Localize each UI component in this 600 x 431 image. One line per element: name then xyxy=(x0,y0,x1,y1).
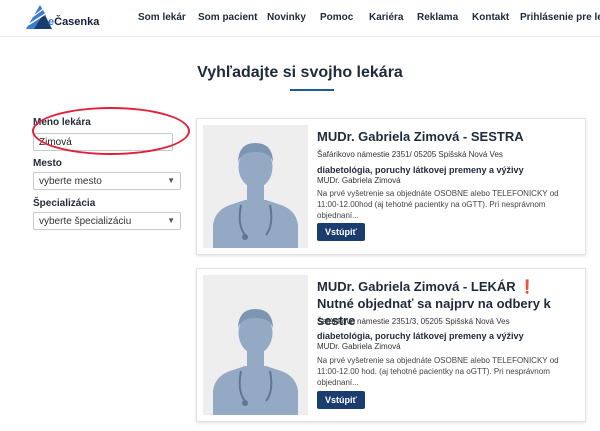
doctor-person: MUDr. Gabriela Zimová xyxy=(317,342,401,351)
doctor-note: Na prvé vyšetrenie sa objednáte OSOBNE a… xyxy=(317,356,559,387)
doctor-name-input[interactable] xyxy=(33,133,173,151)
nav-som-lekar[interactable]: Som lekár xyxy=(138,12,186,23)
doctor-placeholder-icon xyxy=(213,143,298,248)
doctor-address: Šafárikovo námestie 2351/ 05205 Spišská … xyxy=(317,150,503,159)
city-label: Mesto xyxy=(33,158,62,169)
city-select-value: vyberte mesto xyxy=(39,176,102,187)
enter-button[interactable]: Vstúpiť xyxy=(317,223,365,241)
top-navigation-bar: eČasenka Som lekár Som pacient Novinky P… xyxy=(0,0,600,37)
doctor-name-main: MUDr. Gabriela Zimová - LEKÁR xyxy=(317,279,516,294)
doctor-placeholder-icon xyxy=(213,309,298,415)
specialization-label: Špecializácia xyxy=(33,198,96,209)
nav-reklama[interactable]: Reklama xyxy=(417,12,458,23)
doctor-address: Šafárikovo námestie 2351/3, 05205 Spišsk… xyxy=(317,317,510,326)
chevron-down-icon: ▼ xyxy=(167,216,175,225)
nav-prihlasenie-lekarov[interactable]: Prihlásenie pre lekárov xyxy=(520,12,600,23)
specialization-select-value: vyberte špecializáciu xyxy=(39,216,132,227)
title-underline xyxy=(290,89,334,91)
doctor-name-label: Meno lekára xyxy=(33,117,91,128)
nav-som-pacient[interactable]: Som pacient xyxy=(198,12,257,23)
main-nav: Som lekár Som pacient Novinky Pomoc Kari… xyxy=(0,12,600,26)
doctor-specialization: diabetológia, poruchy látkovej premeny a… xyxy=(317,331,524,341)
doctor-person: MUDr. Gabriela Zimová xyxy=(317,176,401,185)
exclamation-icon: ❗ xyxy=(519,279,536,294)
nav-novinky[interactable]: Novinky xyxy=(267,12,306,23)
nav-pomoc[interactable]: Pomoc xyxy=(320,12,353,23)
page-title: Vyhľadajte si svojho lekára xyxy=(197,64,403,81)
doctor-avatar xyxy=(203,275,308,415)
nav-kontakt[interactable]: Kontakt xyxy=(472,12,509,23)
doctor-specialization: diabetológia, poruchy látkovej premeny a… xyxy=(317,165,524,175)
doctor-name: MUDr. Gabriela Zimová - SESTRA xyxy=(317,129,524,144)
nav-kariera[interactable]: Kariéra xyxy=(369,12,403,23)
enter-button[interactable]: Vstúpiť xyxy=(317,391,365,409)
doctor-card: MUDr. Gabriela Zimová - SESTRA Šafárikov… xyxy=(196,118,586,255)
doctor-note: Na prvé vyšetrenie sa objednáte OSOBNE a… xyxy=(317,189,559,220)
chevron-down-icon: ▼ xyxy=(167,176,175,185)
doctor-card: MUDr. Gabriela Zimová - LEKÁR ❗ Nutné ob… xyxy=(196,268,586,422)
specialization-select[interactable]: vyberte špecializáciu ▼ xyxy=(33,212,181,230)
city-select[interactable]: vyberte mesto ▼ xyxy=(33,172,181,190)
doctor-avatar xyxy=(203,125,308,248)
